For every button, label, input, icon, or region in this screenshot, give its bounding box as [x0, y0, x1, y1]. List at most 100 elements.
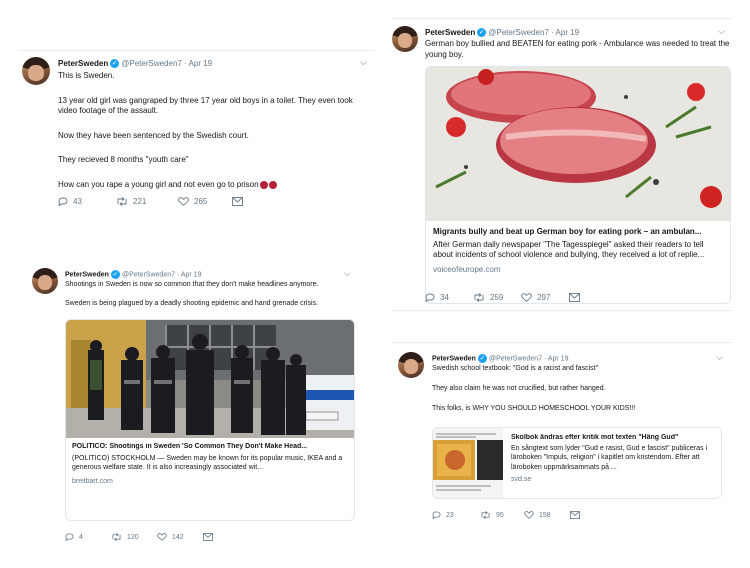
tweet-line: They also claim he was not crucified, bu… [432, 385, 606, 393]
tweet-shootings[interactable]: PeterSweden ✓ @PeterSweden7 · Apr 19 ⌵ Sho… [32, 268, 357, 548]
retweet-icon [112, 533, 121, 541]
avatar[interactable] [22, 57, 50, 85]
avatar[interactable] [32, 268, 58, 294]
tweet-line: Swedish school textbook: "God is a racis… [432, 365, 599, 372]
like-button[interactable]: 142 [157, 533, 203, 541]
timestamp[interactable]: · Apr 19 [177, 271, 202, 278]
card-image[interactable] [426, 67, 730, 221]
tweet-actions: 23 95 158 [432, 511, 580, 519]
heart-icon [178, 197, 189, 206]
card-image[interactable] [433, 428, 503, 498]
reply-count: 23 [446, 511, 454, 519]
envelope-icon [569, 293, 580, 302]
tweet-actions: 4 120 142 [65, 533, 213, 541]
like-button[interactable]: 265 [178, 197, 232, 206]
reply-icon [65, 533, 74, 541]
heart-icon [521, 293, 532, 302]
like-count: 297 [537, 293, 551, 302]
reply-icon [425, 293, 435, 302]
link-card[interactable]: Migrants bully and beat up German boy fo… [425, 66, 731, 304]
handle[interactable]: @PeterSweden7 [121, 59, 182, 68]
verified-badge-icon: ✓ [110, 270, 120, 279]
retweet-count: 120 [127, 533, 139, 541]
emoji-icon [268, 180, 277, 189]
tweet-line: Shootings in Sweden is now so common tha… [65, 281, 319, 288]
card-description: After German daily newspaper "The Tagess… [433, 240, 705, 260]
reply-button[interactable]: 43 [58, 197, 116, 206]
tweet-line: This is Sweden. [58, 71, 115, 80]
chevron-down-icon[interactable]: ⌵ [718, 26, 725, 37]
chevron-down-icon[interactable]: ⌵ [360, 57, 367, 68]
card-description: En sångtext som lyder "Gud e rasist, Gud… [511, 445, 707, 471]
verified-badge-icon: ✓ [477, 28, 487, 38]
handle[interactable]: @PeterSweden7 [488, 28, 549, 37]
handle[interactable]: @PeterSweden7 [489, 355, 542, 362]
retweet-button[interactable]: 120 [111, 533, 157, 541]
tweet-line: Sweden is being plagued by a deadly shoo… [65, 300, 318, 308]
reply-icon [432, 511, 441, 519]
heart-icon [524, 511, 534, 519]
message-button[interactable] [203, 533, 213, 541]
message-button[interactable] [232, 197, 243, 206]
retweet-button[interactable]: 95 [480, 511, 524, 519]
tweet-textbook[interactable]: PeterSweden ✓ @PeterSweden7 · Apr 19 ⌵ Swe… [398, 352, 733, 527]
card-image[interactable] [66, 320, 354, 438]
display-name[interactable]: PeterSweden [432, 355, 476, 362]
message-button[interactable] [570, 511, 580, 519]
like-button[interactable]: 158 [524, 511, 570, 519]
display-name[interactable]: PeterSweden [65, 271, 109, 278]
tweet-line: 13 year old girl was gangraped by three … [58, 95, 353, 116]
verified-badge-icon: ✓ [110, 59, 120, 69]
timestamp[interactable]: · Apr 19 [544, 355, 569, 362]
reply-button[interactable]: 4 [65, 533, 111, 541]
textbook-thumbnail [433, 428, 503, 498]
tweet-line: They recieved 8 months "youth care" [58, 155, 189, 165]
card-title[interactable]: Skolbok ändras efter kritik mot texten "… [511, 434, 715, 441]
like-count: 142 [172, 533, 184, 541]
like-button[interactable]: 297 [521, 293, 569, 302]
envelope-icon [570, 511, 580, 519]
card-domain[interactable]: breitbart.com [72, 478, 348, 485]
retweet-count: 95 [496, 511, 504, 519]
divider [392, 342, 732, 343]
message-button[interactable] [569, 293, 580, 302]
like-count: 158 [539, 511, 551, 519]
avatar[interactable] [392, 26, 418, 52]
retweet-icon [117, 197, 127, 206]
envelope-icon [203, 533, 213, 541]
card-domain[interactable]: svd.se [511, 476, 715, 483]
reply-count: 34 [440, 293, 449, 302]
card-title[interactable]: Migrants bully and beat up German boy fo… [433, 227, 723, 236]
police-image [66, 320, 354, 438]
verified-badge-icon: ✓ [477, 354, 487, 363]
retweet-icon [474, 293, 484, 302]
like-count: 265 [194, 197, 208, 206]
handle[interactable]: @PeterSweden7 [122, 271, 175, 278]
reply-button[interactable]: 34 [425, 293, 473, 302]
heart-icon [157, 533, 167, 541]
reply-count: 4 [79, 533, 83, 541]
retweet-button[interactable]: 259 [473, 293, 521, 302]
card-description: (POLITICO) STOCKHOLM — Sweden may be kno… [72, 455, 343, 472]
retweet-count: 259 [490, 293, 504, 302]
card-domain[interactable]: voiceofeurope.com [433, 265, 723, 274]
tweet-line: German boy bullied and BEATEN for eating… [425, 39, 730, 59]
avatar[interactable] [398, 352, 424, 378]
timestamp[interactable]: · Apr 19 [551, 28, 579, 37]
timestamp[interactable]: · Apr 19 [184, 59, 212, 68]
tweet-rape-case[interactable]: PeterSweden ✓ @PeterSweden7 · Apr 19 ⌵ Thi… [22, 57, 377, 217]
reply-icon [58, 197, 68, 206]
reply-count: 43 [73, 197, 82, 206]
reply-button[interactable]: 23 [432, 511, 480, 519]
display-name[interactable]: PeterSweden [425, 28, 475, 37]
chevron-down-icon[interactable]: ⌵ [344, 268, 351, 279]
chevron-down-icon[interactable]: ⌵ [716, 352, 723, 363]
display-name[interactable]: PeterSweden [58, 59, 108, 68]
card-title[interactable]: POLITICO: Shootings in Sweden 'So Common… [72, 443, 348, 450]
retweet-button[interactable]: 221 [116, 197, 178, 206]
link-card[interactable]: Skolbok ändras efter kritik mot texten "… [432, 427, 722, 499]
link-card[interactable]: POLITICO: Shootings in Sweden 'So Common… [65, 319, 355, 521]
tweet-line: This folks, is WHY YOU SHOULD HOMESCHOOL… [432, 405, 636, 413]
retweet-icon [481, 511, 490, 519]
tweet-pork[interactable]: PeterSweden ✓ @PeterSweden7 · Apr 19 ⌵ Ger… [392, 26, 732, 308]
